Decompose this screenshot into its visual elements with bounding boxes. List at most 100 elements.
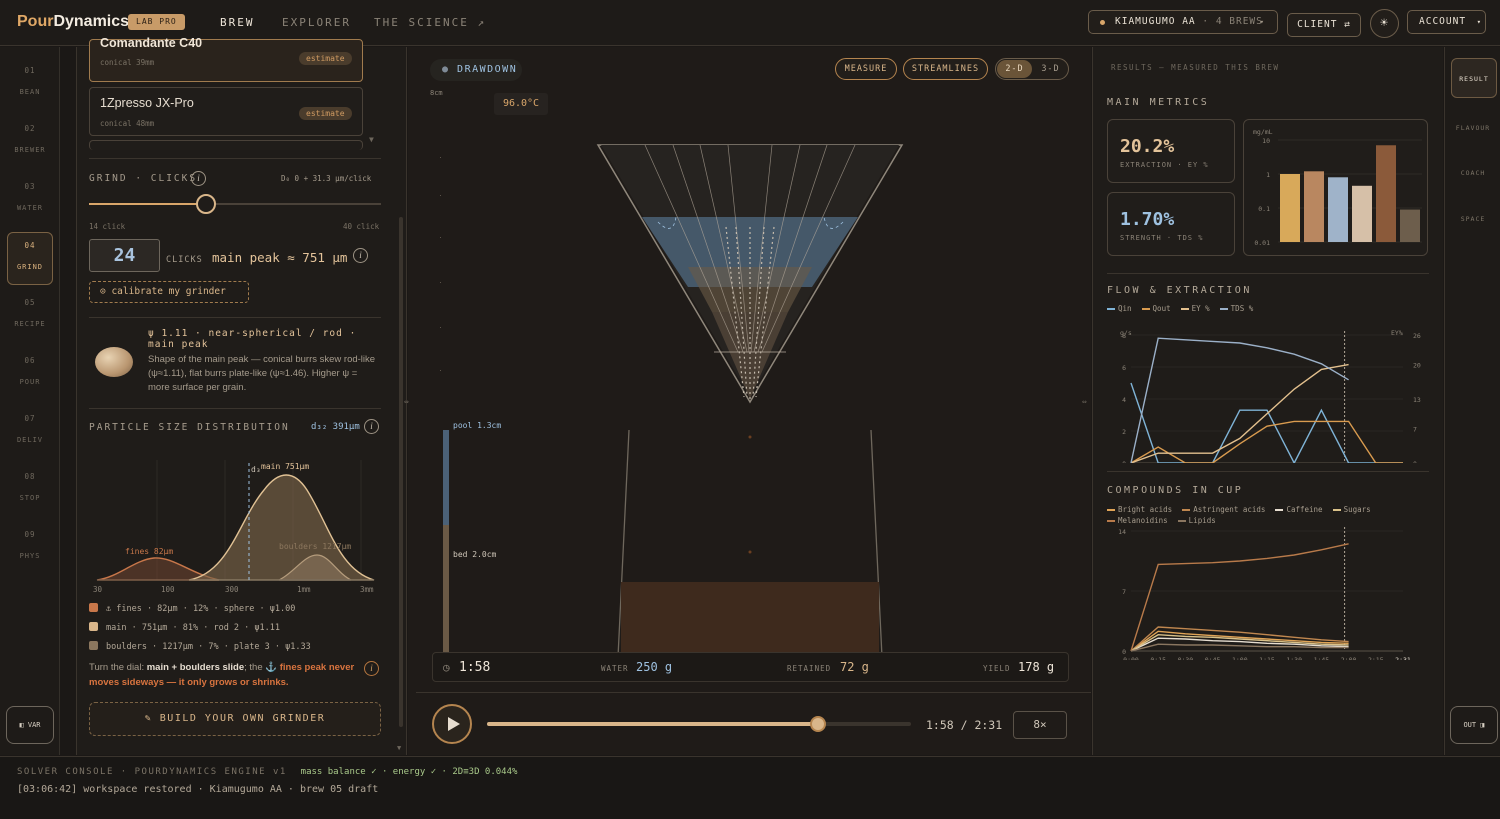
client-toggle-button[interactable]: CLIENT ⇄ (1287, 13, 1361, 37)
tab-explorer[interactable]: EXPLORER (282, 16, 351, 29)
step-label: PHYS (19, 552, 41, 560)
view-3d-button[interactable]: 3-D (1033, 60, 1068, 78)
psd-legend-item: main · 751μm · 81% · rod 2 · ψ1.11 (89, 622, 280, 633)
bean-dot-icon (1100, 20, 1105, 25)
flow-legend-item: Qout (1141, 304, 1171, 313)
compounds-title: COMPOUNDS IN CUP (1107, 485, 1244, 496)
flow-legend-item: EY % (1180, 304, 1210, 313)
psd-x-tick: 100 (161, 585, 175, 594)
app-logo[interactable]: PourDynamics (17, 13, 129, 31)
x-tick: 2:31 (1395, 656, 1411, 660)
legend-text: Qin (1118, 304, 1132, 313)
step-grind[interactable]: 04 GRIND (7, 232, 53, 285)
view-2d-button[interactable]: 2-D (997, 60, 1032, 78)
grinder-card-1zpresso[interactable]: 1Zpresso JX-Pro conical 48mm estimate (89, 87, 363, 136)
panel-scrollbar[interactable] (399, 217, 403, 727)
tab-the-science[interactable]: THE SCIENCE ↗ (374, 16, 486, 29)
note-highlight-main: main + boulders slide (146, 662, 245, 673)
particle-shape-title: ψ 1.11 · near-spherical / rod · main pea… (148, 328, 357, 350)
step-phys[interactable]: 09 PHYS (0, 530, 60, 560)
step-pour[interactable]: 06 POUR (0, 356, 60, 386)
step-water[interactable]: 03 WATER (0, 182, 60, 212)
strength-value: 1.70% (1120, 209, 1175, 230)
step-number: 04 (24, 241, 36, 250)
theme-toggle-icon[interactable]: ☀ (1370, 9, 1399, 38)
timeline-handle[interactable] (809, 716, 826, 732)
step-label: BREWER (14, 146, 46, 154)
step-recipe[interactable]: 05 RECIPE (0, 298, 60, 328)
info-icon[interactable]: i (364, 661, 379, 676)
step-number: 05 (24, 298, 36, 307)
legend-text: Caffeine (1286, 505, 1323, 514)
calibrate-grinder-button[interactable]: ⊙ calibrate my grinder (89, 281, 249, 303)
psd-x-tick: 1mm (297, 585, 311, 594)
playback-time: 1:58 / 2:31 (926, 718, 1003, 732)
build-grinder-button[interactable]: ✎ BUILD YOUR OWN GRINDER (89, 702, 381, 736)
flow-extraction-chart: 86420262013700:000:150:300:451:001:151:3… (1120, 329, 1421, 463)
flow-right-unit: EY% (1391, 329, 1403, 337)
bar-unit-label: mg/mL (1253, 128, 1273, 136)
streamlines-button[interactable]: STREAMLINES (903, 58, 988, 80)
legend-swatch (89, 622, 98, 631)
bed-depth-label: bed 2.0cm (453, 550, 497, 559)
compound-bar-chart: mg/mL 10 1 0.1 0.01 (1253, 128, 1422, 247)
step-label: RECIPE (14, 320, 46, 328)
retained-value: 72 g (840, 660, 869, 674)
compound-bar (1304, 171, 1324, 242)
play-button[interactable] (432, 704, 472, 744)
legend-swatch (1177, 520, 1186, 522)
grinder-meta: conical 39mm (100, 58, 155, 67)
clicks-input[interactable]: 24 (89, 239, 160, 272)
grinder-card-comandante[interactable]: Comandante C40 conical 39mm estimate (89, 36, 363, 82)
bed-gauge-bar (443, 525, 449, 665)
psd-legend-item: boulders · 1217μm · 7% · plate 3 · ψ1.33 (89, 641, 311, 652)
measure-button[interactable]: MEASURE (835, 58, 897, 80)
console-header: SOLVER CONSOLE · POURDYNAMICS ENGINE v1 … (17, 767, 517, 777)
psd-x-tick: 30 (93, 585, 103, 594)
grind-clicks-title: GRIND · CLICKS (89, 173, 198, 184)
step-bean[interactable]: 01 BEAN (0, 66, 60, 96)
tab-coach[interactable]: COACH (1445, 169, 1500, 177)
tab-brew[interactable]: BREW (220, 16, 255, 29)
account-menu-button[interactable]: ACCOUNT ▾ (1407, 10, 1486, 34)
list-scroll-down-icon[interactable]: ▼ (369, 135, 374, 144)
estimate-tag: estimate (299, 107, 352, 120)
y-right-tick: 26 (1413, 332, 1421, 340)
step-number: 07 (24, 414, 36, 423)
step-label: STOP (19, 494, 41, 502)
grinder-card-partial[interactable] (89, 140, 363, 150)
y-tick: 7 (1122, 588, 1126, 596)
compound-bar (1352, 185, 1372, 242)
tab-space[interactable]: SPACE (1445, 215, 1500, 223)
legend-swatch (1180, 308, 1189, 310)
step-brewer[interactable]: 02 BREWER (0, 124, 60, 154)
info-icon[interactable]: i (191, 171, 206, 186)
scroll-down-icon[interactable]: ▼ (397, 744, 401, 752)
x-tick: 2:00 (1341, 656, 1357, 660)
legend-text: main · 751μm · 81% · rod 2 · ψ1.11 (106, 623, 280, 633)
legend-text: Lipids (1188, 516, 1216, 525)
account-label: ACCOUNT (1419, 16, 1467, 27)
compounds-chart: 14 7 00:00 0:15 0:30 0:45 1:00 1:15 1:30 1:45 2:00… (1118, 527, 1411, 660)
info-icon[interactable]: i (353, 248, 368, 263)
divider (1107, 471, 1429, 472)
info-icon[interactable]: i (364, 419, 379, 434)
playback-speed-button[interactable]: 8× (1013, 711, 1067, 739)
variables-toggle-button[interactable]: ◧ VAR (6, 706, 54, 744)
series-line-qin (1130, 382, 1403, 463)
brewed-coffee (621, 582, 879, 662)
grind-slider-handle[interactable] (195, 194, 216, 214)
x-tick: 0:00 (1123, 656, 1139, 660)
logo-dynamics: Dynamics (53, 13, 130, 30)
workflow-steps-rail: 01 BEAN 02 BREWER 03 WATER 04 GRIND 05 RECIPE 06 PO… (0, 47, 60, 755)
flow-legend: Qin Qout EY % TDS % (1107, 304, 1427, 313)
main-metrics-title: MAIN METRICS (1107, 97, 1210, 108)
step-deliv[interactable]: 07 DELIV (0, 414, 60, 444)
tab-result[interactable]: RESULT (1451, 58, 1497, 98)
step-stop[interactable]: 08 STOP (0, 472, 60, 502)
output-panel-toggle[interactable]: OUT ◨ (1450, 706, 1498, 744)
step-number: 09 (24, 530, 36, 539)
tab-flavour[interactable]: FLAVOUR (1445, 124, 1500, 132)
bean-selector[interactable]: KIAMUGUMO AA · 4 BREWS ▾ (1088, 10, 1278, 34)
legend-swatch (1219, 308, 1228, 310)
